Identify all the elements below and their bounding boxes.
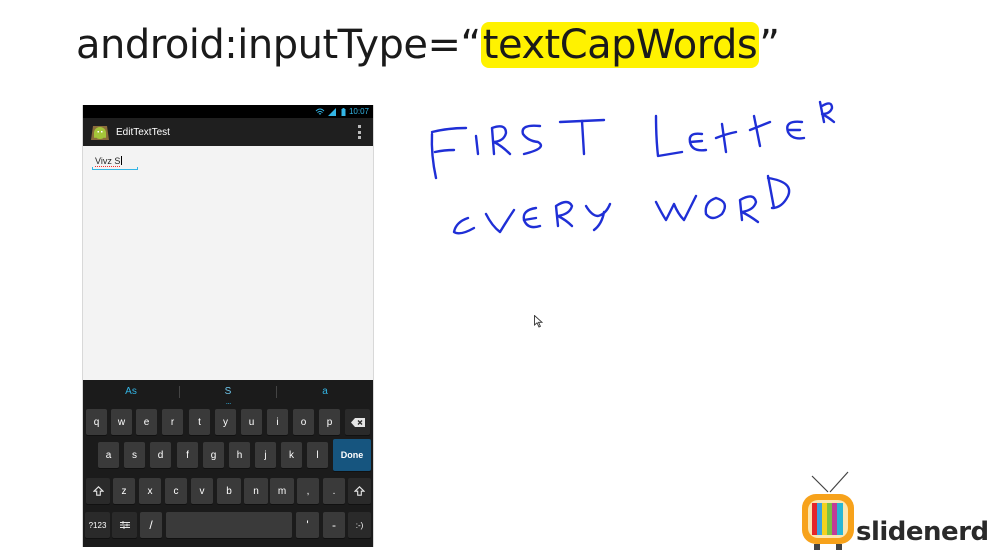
settings-key[interactable]	[112, 512, 137, 538]
soft-keyboard: As S a q w e r t y u i o p a s d f g h j…	[83, 380, 373, 547]
status-time: 10:07	[348, 107, 369, 116]
key-f[interactable]: f	[177, 442, 198, 468]
key-y[interactable]: y	[215, 409, 236, 435]
key-d[interactable]: d	[150, 442, 171, 468]
key-s[interactable]: s	[124, 442, 145, 468]
key-h[interactable]: h	[229, 442, 250, 468]
shift-icon	[354, 486, 365, 496]
overflow-menu-icon[interactable]	[358, 125, 361, 139]
activity-content: Vivz S	[83, 146, 373, 380]
done-key[interactable]: Done	[333, 439, 371, 471]
title-suffix: ”	[759, 22, 780, 68]
title-highlight: textCapWords	[480, 22, 760, 68]
key-w[interactable]: w	[111, 409, 132, 435]
key-n[interactable]: n	[244, 478, 268, 504]
signal-icon	[327, 107, 338, 116]
status-bar: 10:07	[83, 105, 373, 118]
edit-text-value: Vivz S	[95, 156, 121, 167]
mouse-cursor-icon	[534, 314, 544, 333]
suggestion-3[interactable]: a	[277, 380, 373, 404]
key-a[interactable]: a	[98, 442, 119, 468]
suggestion-strip: As S a	[83, 380, 373, 408]
slidenerd-tv-logo-icon	[800, 470, 858, 552]
key-i[interactable]: i	[267, 409, 288, 435]
symbols-key[interactable]: ?123	[85, 512, 110, 538]
action-bar: EditTextTest	[83, 118, 373, 146]
key-c[interactable]: c	[165, 478, 187, 504]
suggestion-1[interactable]: As	[83, 380, 179, 404]
key-b[interactable]: b	[217, 478, 241, 504]
key-period[interactable]: .	[323, 478, 345, 504]
key-r[interactable]: r	[162, 409, 183, 435]
key-l[interactable]: l	[307, 442, 328, 468]
key-t[interactable]: t	[189, 409, 210, 435]
key-comma[interactable]: ,	[297, 478, 319, 504]
key-apostrophe[interactable]: '	[296, 512, 319, 538]
key-p[interactable]: p	[319, 409, 340, 435]
app-title: EditTextTest	[116, 126, 170, 138]
key-u[interactable]: u	[241, 409, 262, 435]
backspace-icon	[350, 417, 365, 427]
backspace-key[interactable]	[345, 409, 370, 435]
slidenerd-logo-text: slidenerd	[856, 517, 989, 547]
text-cursor	[121, 156, 123, 165]
shift-key-right[interactable]	[348, 478, 371, 504]
battery-icon	[341, 107, 346, 116]
wifi-icon	[315, 108, 325, 116]
handwritten-annotation: FIRST LETTER EVERY WORD	[420, 90, 850, 260]
slide-title: android:inputType=“textCapWords”	[76, 22, 780, 68]
key-g[interactable]: g	[203, 442, 224, 468]
shift-key[interactable]	[86, 478, 110, 504]
edit-text-field[interactable]: Vivz S	[92, 156, 138, 170]
smiley-key[interactable]: :-)	[348, 512, 371, 538]
phone-screen: 10:07 EditTextTest Vivz S As S a q	[82, 105, 374, 547]
key-k[interactable]: k	[281, 442, 302, 468]
key-z[interactable]: z	[113, 478, 135, 504]
android-app-icon[interactable]	[90, 122, 110, 142]
settings-sliders-icon	[119, 521, 130, 529]
key-v[interactable]: v	[191, 478, 213, 504]
title-prefix: android:inputType=“	[76, 22, 481, 68]
key-x[interactable]: x	[139, 478, 161, 504]
key-m[interactable]: m	[270, 478, 294, 504]
shift-icon	[92, 486, 104, 496]
key-slash[interactable]: /	[140, 512, 162, 538]
key-e[interactable]: e	[136, 409, 157, 435]
key-o[interactable]: o	[293, 409, 314, 435]
key-q[interactable]: q	[86, 409, 107, 435]
space-key[interactable]	[166, 512, 292, 538]
suggestion-2[interactable]: S	[180, 380, 276, 408]
key-j[interactable]: j	[255, 442, 276, 468]
key-dash[interactable]: -	[323, 512, 345, 538]
